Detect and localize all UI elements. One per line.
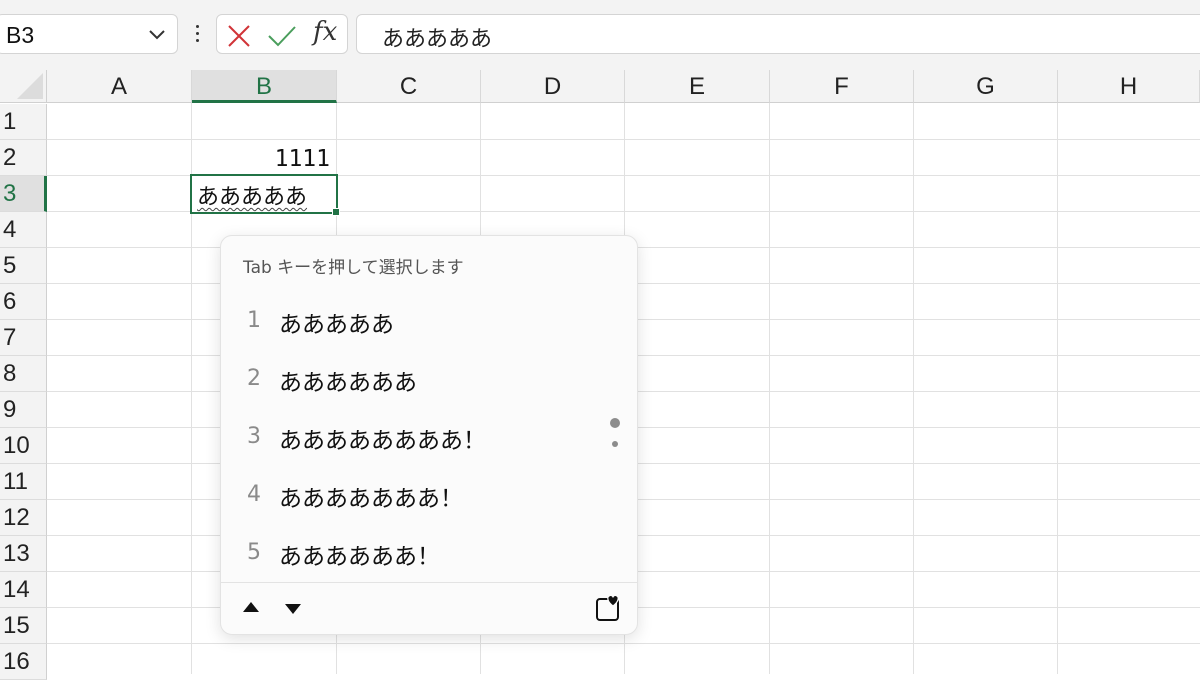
row-header-12[interactable]: 12 (0, 500, 47, 536)
grid-line (913, 103, 914, 674)
suggestion-text[interactable]: あああああああ！ (279, 479, 463, 513)
column-header-e[interactable]: E (625, 70, 770, 103)
row-header-9[interactable]: 9 (0, 392, 47, 428)
suggestion-item-1[interactable]: 1 あああああ (221, 296, 601, 346)
row-header-5[interactable]: 5 (0, 248, 47, 284)
cell-b3-text[interactable]: あああああ (197, 179, 307, 211)
column-header-f[interactable]: F (770, 70, 914, 103)
column-header-g[interactable]: G (914, 70, 1058, 103)
confirm-icon[interactable] (267, 23, 297, 49)
column-header-b[interactable]: B (192, 70, 337, 103)
suggestion-number: 1 (247, 308, 261, 333)
function-icon[interactable]: fx (313, 17, 337, 47)
popup-divider (221, 582, 637, 583)
row-header-8[interactable]: 8 (0, 356, 47, 392)
name-box-value[interactable]: B3 (6, 22, 34, 49)
row-header-3[interactable]: 3 (0, 176, 47, 212)
suggestion-number: 5 (247, 540, 261, 565)
suggestion-number: 4 (247, 482, 261, 507)
suggestion-text[interactable]: ああああああ (279, 363, 417, 397)
formula-buttons: fx (216, 14, 348, 54)
cancel-icon[interactable] (226, 23, 252, 49)
row-header-16[interactable]: 16 (0, 644, 47, 680)
suggestion-item-3[interactable]: 3 ああああああああ！ (221, 412, 601, 462)
arrow-down-icon[interactable] (285, 604, 301, 614)
row-header-15[interactable]: 15 (0, 608, 47, 644)
select-all-corner[interactable] (0, 70, 47, 103)
grid-line (769, 103, 770, 674)
row-header-2[interactable]: 2 (0, 140, 47, 176)
suggestion-item-5[interactable]: 5 ああああああ！ (221, 528, 601, 578)
autocomplete-popup: Tab キーを押して選択します 1 あああああ 2 ああああああ 3 あああああ… (220, 235, 638, 635)
suggestion-item-2[interactable]: 2 ああああああ (221, 354, 601, 404)
grid-line (47, 643, 1200, 644)
row-header-14[interactable]: 14 (0, 572, 47, 608)
cell-b2[interactable]: 1111 (192, 140, 336, 176)
row-header-11[interactable]: 11 (0, 464, 47, 500)
formula-input-value[interactable]: あああああ (382, 21, 492, 53)
favorite-icon[interactable] (594, 593, 624, 623)
suggestion-text[interactable]: あああああ (279, 305, 394, 339)
formula-bar: B3 fx あああああ (0, 0, 1200, 70)
column-header-h[interactable]: H (1058, 70, 1200, 103)
row-header-6[interactable]: 6 (0, 284, 47, 320)
column-header-a[interactable]: A (47, 70, 192, 103)
more-vertical-icon[interactable] (192, 22, 202, 48)
formula-input[interactable]: あああああ (356, 14, 1200, 54)
suggestion-number: 3 (247, 424, 261, 449)
arrow-up-icon[interactable] (243, 602, 259, 612)
suggestion-item-4[interactable]: 4 あああああああ！ (221, 470, 601, 520)
column-header-d[interactable]: D (481, 70, 625, 103)
scroll-indicator-dot[interactable] (612, 441, 618, 447)
row-header-10[interactable]: 10 (0, 428, 47, 464)
row-header-4[interactable]: 4 (0, 212, 47, 248)
chevron-down-icon[interactable] (147, 28, 167, 42)
autocomplete-hint: Tab キーを押して選択します (243, 258, 464, 278)
fill-handle[interactable] (332, 208, 340, 216)
grid-line (1057, 103, 1058, 674)
suggestion-text[interactable]: ああああああ！ (279, 537, 440, 571)
name-box[interactable]: B3 (0, 14, 178, 54)
row-header-1[interactable]: 1 (0, 104, 47, 140)
column-header-c[interactable]: C (337, 70, 481, 103)
suggestion-text[interactable]: ああああああああ！ (279, 421, 486, 455)
row-header-7[interactable]: 7 (0, 320, 47, 356)
row-header-13[interactable]: 13 (0, 536, 47, 572)
active-cell-b3[interactable]: あああああ (190, 174, 340, 216)
suggestion-number: 2 (247, 366, 261, 391)
scroll-indicator-dot[interactable] (610, 418, 620, 428)
